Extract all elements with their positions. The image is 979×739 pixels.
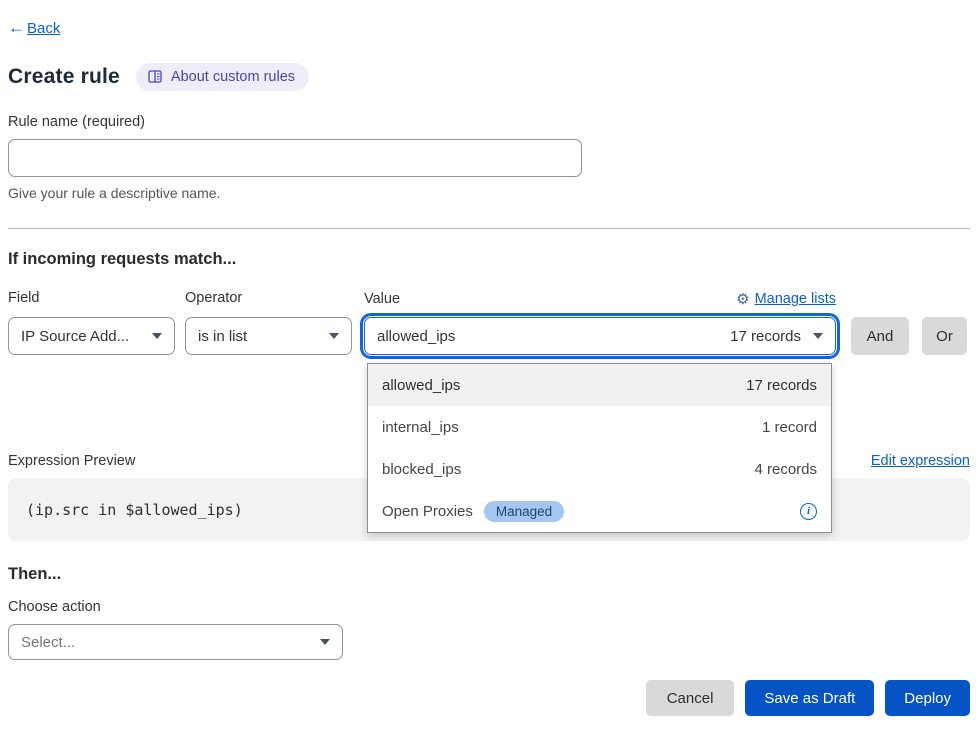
back-row: ←Back xyxy=(8,0,970,38)
list-item-count: 17 records xyxy=(746,377,817,394)
chevron-down-icon xyxy=(152,333,162,339)
rule-name-input[interactable] xyxy=(8,139,582,177)
value-select-right: 17 records xyxy=(730,328,823,345)
edit-expression-link[interactable]: Edit expression xyxy=(871,453,970,469)
section-divider xyxy=(8,228,970,229)
info-icon[interactable]: i xyxy=(800,503,817,520)
value-select[interactable]: allowed_ips 17 records xyxy=(364,317,836,355)
about-pill-label: About custom rules xyxy=(171,69,295,85)
chevron-down-icon xyxy=(329,333,339,339)
list-item-blocked-ips[interactable]: blocked_ips 4 records xyxy=(368,448,831,490)
deploy-button[interactable]: Deploy xyxy=(885,680,970,716)
chevron-down-icon xyxy=(813,333,823,339)
rule-name-helper: Give your rule a descriptive name. xyxy=(8,185,970,201)
value-select-wrap: allowed_ips 17 records allowed_ips 17 re… xyxy=(364,317,836,355)
action-select[interactable]: Select... xyxy=(8,624,343,660)
manage-lists: ⚙ Manage lists xyxy=(736,290,836,308)
or-button[interactable]: Or xyxy=(922,317,967,355)
chevron-down-icon xyxy=(320,639,330,645)
list-item-name: allowed_ips xyxy=(382,377,460,394)
back-link[interactable]: Back xyxy=(27,20,60,37)
gear-icon: ⚙ xyxy=(736,290,749,308)
value-label-row: Value ⚙ Manage lists xyxy=(364,290,836,308)
expression-code: (ip.src in $allowed_ips) xyxy=(26,501,243,519)
list-item-allowed-ips[interactable]: allowed_ips 17 records xyxy=(368,364,831,406)
action-select-placeholder: Select... xyxy=(21,634,75,651)
back-arrow-icon: ← xyxy=(8,18,25,38)
list-item-name: blocked_ips xyxy=(382,461,461,478)
book-icon xyxy=(148,70,163,84)
list-dropdown: allowed_ips 17 records internal_ips 1 re… xyxy=(367,363,832,533)
choose-action-label: Choose action xyxy=(8,599,970,615)
footer-actions: Cancel Save as Draft Deploy xyxy=(8,680,970,716)
list-item-count: 1 record xyxy=(762,419,817,436)
list-item-name: internal_ips xyxy=(382,419,459,436)
about-custom-rules-link[interactable]: About custom rules xyxy=(136,63,309,91)
manage-lists-link[interactable]: Manage lists xyxy=(755,291,836,307)
list-item-internal-ips[interactable]: internal_ips 1 record xyxy=(368,406,831,448)
list-item-open-proxies[interactable]: Open Proxies Managed i xyxy=(368,490,831,532)
operator-label: Operator xyxy=(185,290,352,308)
list-item-count: 4 records xyxy=(754,461,817,478)
rule-name-label: Rule name (required) xyxy=(8,114,970,130)
field-select-value: IP Source Add... xyxy=(21,328,129,345)
value-select-count: 17 records xyxy=(730,328,801,345)
list-item-left: Open Proxies Managed xyxy=(382,501,564,522)
save-as-draft-button[interactable]: Save as Draft xyxy=(745,680,874,716)
value-label: Value xyxy=(364,291,400,307)
field-label: Field xyxy=(8,290,175,308)
page-title: Create rule xyxy=(8,65,120,89)
create-rule-page: ←Back Create rule About custom rules Rul… xyxy=(0,0,979,739)
then-heading: Then... xyxy=(8,565,970,584)
title-row: Create rule About custom rules xyxy=(8,63,970,91)
operator-select-value: is in list xyxy=(198,328,247,345)
condition-row: IP Source Add... is in list allowed_ips … xyxy=(8,317,970,355)
cancel-button[interactable]: Cancel xyxy=(646,680,735,716)
match-section-heading: If incoming requests match... xyxy=(8,250,970,269)
operator-select[interactable]: is in list xyxy=(185,317,352,355)
expression-preview-label: Expression Preview xyxy=(8,453,135,469)
and-button[interactable]: And xyxy=(851,317,909,355)
value-select-name: allowed_ips xyxy=(377,328,455,345)
field-select[interactable]: IP Source Add... xyxy=(8,317,175,355)
managed-badge: Managed xyxy=(484,501,564,522)
condition-labels-row: Field Operator Value ⚙ Manage lists xyxy=(8,290,970,308)
list-item-name: Open Proxies xyxy=(382,503,473,520)
